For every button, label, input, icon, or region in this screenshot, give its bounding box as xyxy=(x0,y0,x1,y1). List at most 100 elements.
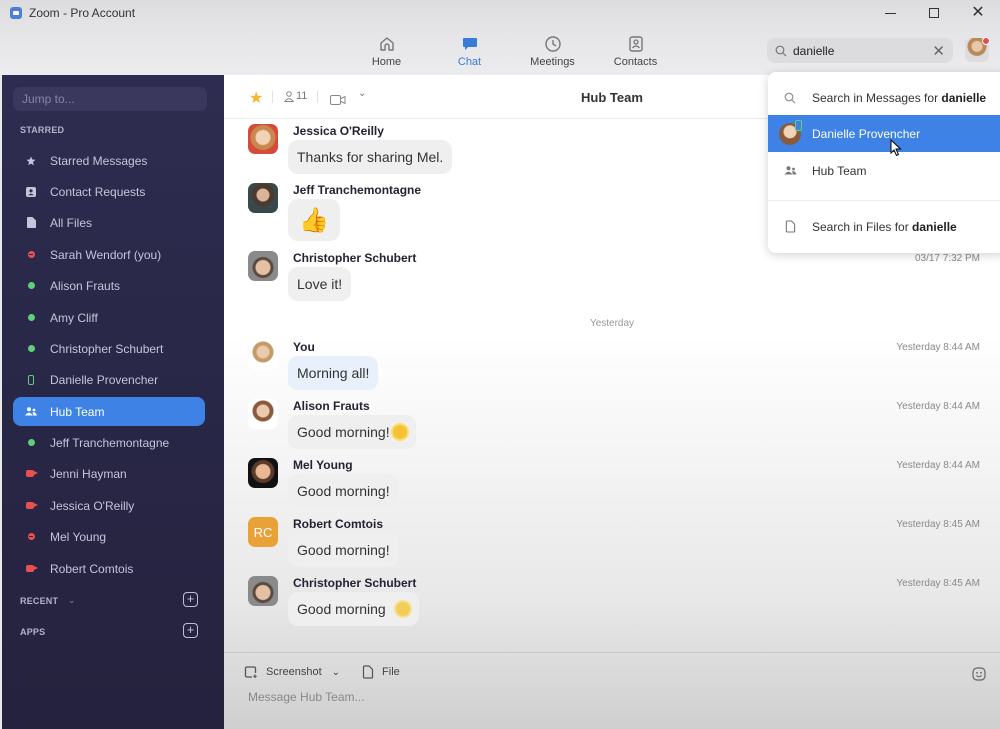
zoom-logo-icon xyxy=(10,7,22,19)
apps-section-label: APPS xyxy=(20,627,46,637)
maximize-button[interactable] xyxy=(912,0,956,26)
sidebar-item-alison-frauts[interactable]: Alison Frauts xyxy=(13,271,205,300)
clear-search-icon[interactable]: ✕ xyxy=(932,42,945,60)
tab-home[interactable]: Home xyxy=(345,34,428,68)
search-messages-label: Search in Messages for danielle xyxy=(812,91,986,105)
sidebar-item-jessica-oreilly[interactable]: Jessica O'Reilly xyxy=(13,491,205,520)
screenshot-icon xyxy=(244,666,257,678)
message-bubble[interactable]: Good morning! xyxy=(288,415,416,449)
message-sender: Christopher Schubert xyxy=(293,576,417,590)
sun-icon xyxy=(392,425,407,439)
recent-section-label[interactable]: RECENT xyxy=(20,596,58,606)
window-controls: ✕ xyxy=(868,0,1000,26)
avatar xyxy=(248,251,278,281)
sidebar-item-mel-young[interactable]: Mel Young xyxy=(13,522,205,551)
star-icon xyxy=(13,156,49,166)
starred-section-label: STARRED xyxy=(20,125,65,135)
search-files-label: Search in Files for danielle xyxy=(812,220,957,234)
sidebar-item-contact-requests[interactable]: Contact Requests xyxy=(13,177,205,206)
contact-card-icon xyxy=(627,34,645,54)
search-result-label: Hub Team xyxy=(812,163,867,178)
search-result-label: Danielle Provencher xyxy=(812,126,921,141)
message-timestamp: 03/17 7:32 PM xyxy=(914,253,980,264)
search-result-danielle-provencher[interactable]: Danielle Provencher xyxy=(768,115,1000,152)
close-button[interactable]: ✕ xyxy=(956,0,1000,26)
sidebar-item-label: Danielle Provencher xyxy=(50,372,159,387)
add-recent-button[interactable]: + xyxy=(183,592,198,607)
thumbs-up-emoji[interactable]: 👍 xyxy=(288,199,340,241)
tab-contacts[interactable]: Contacts xyxy=(594,34,677,68)
sidebar-item-label: Jeff Tranchemontagne xyxy=(50,435,170,450)
sidebar-item-robert-comtois[interactable]: Robert Comtois xyxy=(13,554,205,583)
file-button[interactable]: File xyxy=(362,665,400,679)
file-label: File xyxy=(382,666,400,678)
in-meeting-icon xyxy=(25,502,38,509)
maximize-icon xyxy=(929,8,939,18)
message-bubble[interactable]: Love it! xyxy=(288,267,352,301)
message-sender: Robert Comtois xyxy=(293,517,383,531)
screenshot-label: Screenshot xyxy=(266,666,322,678)
search-box: ✕ xyxy=(767,38,953,63)
sidebar-item-amy-cliff[interactable]: Amy Cliff xyxy=(13,303,205,332)
chevron-down-icon[interactable]: ⌄ xyxy=(332,667,340,678)
tab-meetings-label: Meetings xyxy=(530,56,575,68)
file-icon xyxy=(13,217,49,228)
sidebar-item-hub-team[interactable]: Hub Team xyxy=(13,397,205,426)
jump-to-box xyxy=(13,87,207,111)
message-text: Good morning! xyxy=(297,424,390,440)
online-dot-icon xyxy=(27,439,35,446)
sidebar-item-label: Hub Team xyxy=(50,404,105,419)
sidebar-item-label: Alison Frauts xyxy=(50,278,121,293)
tab-meetings[interactable]: Meetings xyxy=(511,34,594,68)
sidebar-item-label: Amy Cliff xyxy=(50,310,98,325)
chevron-down-icon[interactable]: ⌄ xyxy=(68,595,76,606)
sidebar-item-starred-messages[interactable]: Starred Messages xyxy=(13,146,205,175)
sidebar-item-jeff-tranchemontagne[interactable]: Jeff Tranchemontagne xyxy=(13,428,205,457)
sidebar-item-jenni-hayman[interactable]: Jenni Hayman xyxy=(13,459,205,488)
jump-to-input[interactable] xyxy=(22,92,202,106)
avatar xyxy=(248,183,278,213)
message-sender: You xyxy=(293,340,315,354)
message-timestamp: Yesterday 8:45 AM xyxy=(896,578,980,589)
add-app-button[interactable]: + xyxy=(183,623,198,638)
composer-toolbar: Screenshot ⌄ File xyxy=(244,665,422,679)
message-bubble[interactable]: Good morning! xyxy=(288,533,399,567)
sidebar-item-label: Christopher Schubert xyxy=(50,341,164,356)
message-bubble[interactable]: Good morning! xyxy=(288,474,399,508)
avatar xyxy=(248,458,278,488)
tab-contacts-label: Contacts xyxy=(613,56,658,68)
search-results-dropdown: Search in Messages for danielle Danielle… xyxy=(768,72,1000,253)
message-input[interactable] xyxy=(248,690,848,704)
screenshot-button[interactable]: Screenshot ⌄ xyxy=(244,665,340,679)
clock-icon xyxy=(544,34,562,54)
message-bubble[interactable]: Thanks for sharing Mel. xyxy=(288,140,453,174)
online-dot-icon xyxy=(27,282,35,289)
search-input[interactable] xyxy=(793,43,923,58)
chat-icon xyxy=(461,34,479,54)
sidebar-item-label: Jessica O'Reilly xyxy=(50,498,135,513)
window-title: Zoom - Pro Account xyxy=(29,6,136,20)
sidebar-item-danielle-provencher[interactable]: Danielle Provencher xyxy=(13,365,205,394)
home-icon xyxy=(378,34,396,54)
message-timestamp: Yesterday 8:44 AM xyxy=(896,460,980,471)
do-not-disturb-icon xyxy=(27,533,35,540)
sidebar-item-sarah-wendorf[interactable]: Sarah Wendorf (you) xyxy=(13,240,205,269)
search-in-messages-option[interactable]: Search in Messages for danielle xyxy=(768,79,1000,116)
search-files-prefix: Search in Files for xyxy=(812,219,913,234)
message-sender: Jeff Tranchemontagne xyxy=(293,183,422,197)
message-sender: Alison Frauts xyxy=(293,399,370,413)
message-bubble[interactable]: Morning all! xyxy=(288,356,379,390)
search-result-hub-team[interactable]: Hub Team xyxy=(768,152,1000,189)
sidebar-item-all-files[interactable]: All Files xyxy=(13,208,205,237)
sidebar-item-christopher-schubert[interactable]: Christopher Schubert xyxy=(13,334,205,363)
message-bubble[interactable]: Good morning xyxy=(288,592,419,626)
file-icon xyxy=(362,665,374,679)
search-in-files-option[interactable]: Search in Files for danielle xyxy=(768,208,1000,245)
tab-chat[interactable]: Chat xyxy=(428,34,511,68)
mobile-icon xyxy=(28,374,34,385)
file-icon xyxy=(768,220,812,233)
sidebar: STARRED Starred Messages Contact Request… xyxy=(2,75,224,729)
emoji-icon[interactable] xyxy=(972,667,986,686)
message-composer: Screenshot ⌄ File xyxy=(224,652,1000,729)
minimize-button[interactable] xyxy=(868,0,912,26)
